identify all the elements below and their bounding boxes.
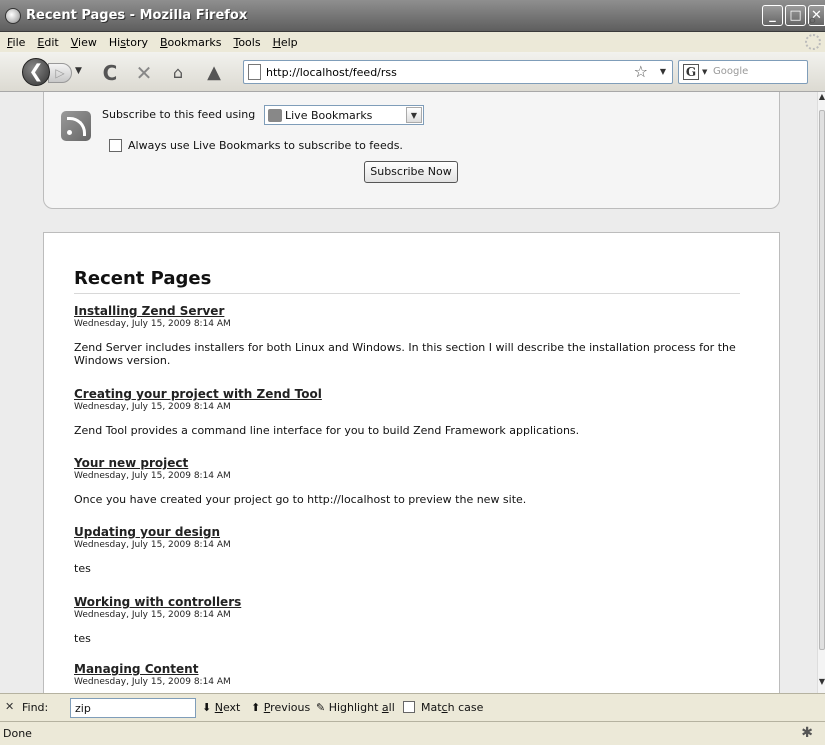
content-viewport: Subscribe to this feed using Live Bookma…	[0, 92, 817, 693]
search-go-icon[interactable]: ⌕	[808, 10, 817, 30]
entry-date: Wednesday, July 15, 2009 8:14 AM	[74, 402, 231, 412]
close-find-icon[interactable]: ✕	[5, 700, 14, 713]
url-bar[interactable]: http://localhost/feed/rss ☆ ▼	[243, 60, 673, 84]
library-icon[interactable]: ▲	[201, 60, 227, 86]
entry-title-link[interactable]: Creating your project with Zend Tool	[74, 387, 754, 401]
bookmark-star-icon[interactable]: ☆	[634, 62, 648, 81]
entry-date: Wednesday, July 15, 2009 8:14 AM	[74, 471, 231, 481]
find-next-button[interactable]: ⬇ Next	[202, 701, 240, 714]
feed-reader-value: Live Bookmarks	[285, 109, 373, 122]
arrow-down-icon: ⬇	[202, 701, 212, 714]
find-bar: ✕ Find: zip ⬇ Next ⬆ Previous ✎ Highligh…	[0, 693, 825, 721]
menu-view[interactable]: View	[67, 36, 105, 49]
subscribe-panel: Subscribe to this feed using Live Bookma…	[43, 92, 780, 209]
feed-title: Recent Pages	[74, 268, 212, 289]
title-bar: Recent Pages - Mozilla Firefox _ □ ✕	[0, 0, 825, 32]
search-input[interactable]: Google	[713, 66, 748, 77]
highlight-all-button[interactable]: ✎ Highlight all	[316, 701, 395, 714]
menu-bookmarks[interactable]: Bookmarks	[156, 36, 229, 49]
entry-date: Wednesday, July 15, 2009 8:14 AM	[74, 319, 231, 329]
chevron-down-icon[interactable]: ▼	[406, 107, 422, 123]
entry-body: tes	[74, 562, 91, 575]
find-label: Find:	[22, 701, 49, 714]
history-dropdown-icon[interactable]: ▼	[75, 66, 82, 76]
entry-body: tes	[74, 632, 91, 645]
always-use-checkbox[interactable]	[109, 139, 122, 152]
entry-date: Wednesday, July 15, 2009 8:14 AM	[74, 677, 231, 687]
firefox-icon	[5, 8, 21, 24]
live-bookmarks-icon	[268, 109, 282, 122]
feed-entry: Managing Content Wednesday, July 15, 200…	[74, 662, 754, 687]
match-case-label[interactable]: Match case	[421, 701, 483, 714]
entry-title-link[interactable]: Installing Zend Server	[74, 304, 754, 318]
arrow-up-icon: ⬆	[251, 701, 261, 714]
feed-content: Recent Pages Installing Zend Server Wedn…	[43, 232, 780, 693]
entry-date: Wednesday, July 15, 2009 8:14 AM	[74, 540, 231, 550]
menu-file[interactable]: File	[3, 36, 33, 49]
entry-body: Once you have created your project go to…	[74, 493, 527, 506]
find-input[interactable]: zip	[70, 698, 196, 718]
navigation-toolbar: ▷ ❮ ▼ C ✕ ⌂ ▲ http://localhost/feed/rss …	[0, 52, 825, 92]
feed-entry: Working with controllers Wednesday, July…	[74, 595, 754, 645]
feed-entry: Updating your design Wednesday, July 15,…	[74, 525, 754, 575]
menu-help[interactable]: Help	[269, 36, 306, 49]
highlighter-icon: ✎	[316, 701, 326, 714]
scroll-up-icon[interactable]: ▲	[818, 92, 825, 108]
entry-body: Zend Tool provides a command line interf…	[74, 424, 580, 437]
find-input-value[interactable]: zip	[75, 702, 91, 715]
status-bar: Done ✱	[0, 721, 825, 745]
menu-tools[interactable]: Tools	[229, 36, 268, 49]
url-text[interactable]: http://localhost/feed/rss	[266, 66, 397, 79]
window-title: Recent Pages - Mozilla Firefox	[26, 8, 248, 23]
entry-body: Zend Server includes installers for both…	[74, 341, 736, 367]
always-use-label[interactable]: Always use Live Bookmarks to subscribe t…	[128, 139, 403, 152]
menu-bar: File Edit View History Bookmarks Tools H…	[0, 32, 825, 52]
subscribe-label: Subscribe to this feed using	[102, 108, 256, 121]
status-text: Done	[3, 727, 32, 740]
reload-icon[interactable]: C	[97, 60, 123, 86]
title-divider	[74, 293, 740, 294]
feed-icon	[61, 111, 91, 141]
page-icon	[248, 64, 261, 80]
feed-reader-select[interactable]: Live Bookmarks ▼	[264, 105, 424, 125]
subscribe-now-button[interactable]: Subscribe Now	[364, 161, 458, 183]
feed-entry: Creating your project with Zend Tool Wed…	[74, 387, 754, 437]
find-previous-button[interactable]: ⬆ Previous	[251, 701, 310, 714]
menu-history[interactable]: History	[105, 36, 156, 49]
search-engine-dropdown-icon[interactable]: ▼	[702, 68, 707, 76]
feed-entry: Your new project Wednesday, July 15, 200…	[74, 456, 754, 506]
menu-edit[interactable]: Edit	[33, 36, 66, 49]
throbber-icon	[805, 34, 821, 50]
entry-title-link[interactable]: Updating your design	[74, 525, 754, 539]
status-addon-icon[interactable]: ✱	[801, 725, 813, 741]
stop-icon[interactable]: ✕	[131, 60, 157, 86]
entry-title-link[interactable]: Working with controllers	[74, 595, 754, 609]
scroll-down-icon[interactable]: ▼	[818, 677, 825, 693]
back-button[interactable]: ❮	[22, 58, 50, 86]
entry-date: Wednesday, July 15, 2009 8:14 AM	[74, 610, 231, 620]
match-case-checkbox[interactable]	[403, 701, 415, 713]
forward-button[interactable]: ▷	[48, 63, 72, 83]
vertical-scrollbar[interactable]: ▲ ▼	[817, 92, 825, 693]
maximize-button[interactable]: □	[785, 5, 806, 26]
search-bar[interactable]: G ▼ Google	[678, 60, 808, 84]
entry-title-link[interactable]: Managing Content	[74, 662, 754, 676]
entry-title-link[interactable]: Your new project	[74, 456, 754, 470]
google-icon[interactable]: G	[683, 64, 699, 80]
url-dropdown-icon[interactable]: ▼	[660, 67, 666, 76]
scroll-thumb[interactable]	[819, 110, 825, 650]
feed-entry: Installing Zend Server Wednesday, July 1…	[74, 304, 754, 367]
home-icon[interactable]: ⌂	[165, 60, 191, 86]
minimize-button[interactable]: _	[762, 5, 783, 26]
